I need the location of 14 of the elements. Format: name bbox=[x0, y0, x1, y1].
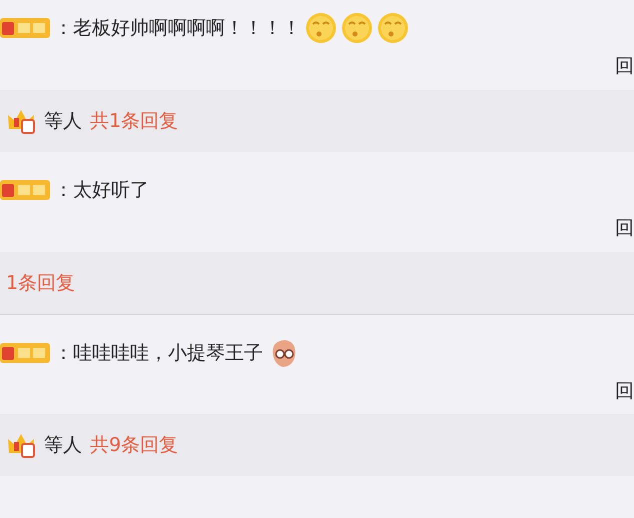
smiley-emoji-icon bbox=[377, 12, 409, 44]
vip-badge-icon bbox=[0, 17, 50, 39]
smiley-emoji-icon bbox=[305, 12, 337, 44]
comment-text: ：哇哇哇哇，小提琴王子 bbox=[54, 341, 263, 366]
users-label: 等人 bbox=[44, 109, 82, 134]
comment-text: ：老板好帅啊啊啊啊！！！！ bbox=[54, 16, 301, 41]
comment-text: ：太好听了 bbox=[54, 178, 149, 203]
users-label: 等人 bbox=[44, 433, 82, 458]
reply-link[interactable]: 回 bbox=[615, 215, 634, 241]
vip-badge-icon bbox=[0, 342, 50, 364]
vip-badge-icon bbox=[0, 179, 50, 201]
reply-link[interactable]: 回 bbox=[615, 378, 634, 404]
smiley-emoji-icon bbox=[341, 12, 373, 44]
reply-link[interactable]: 回 bbox=[615, 53, 634, 79]
